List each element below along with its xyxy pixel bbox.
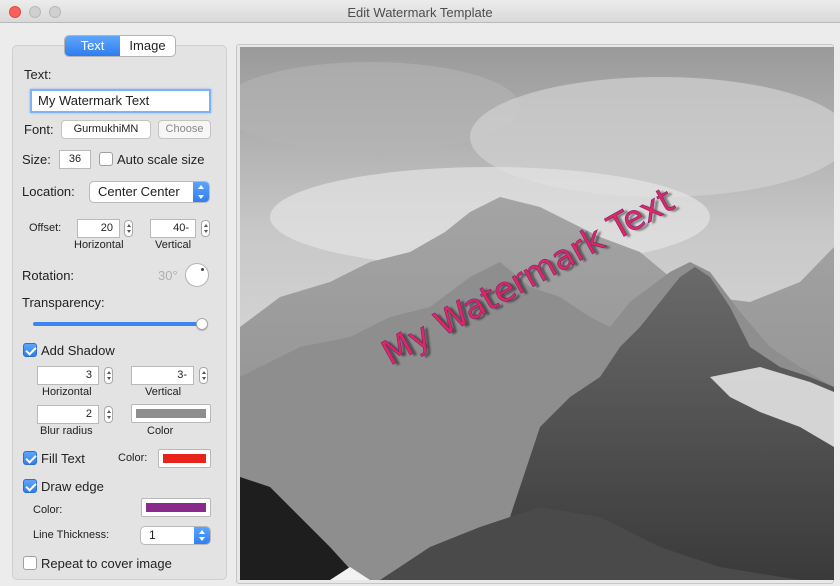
fill-text-checkbox[interactable] — [23, 451, 37, 465]
text-label: Text: — [24, 67, 51, 82]
shadow-vertical-input[interactable]: 3- — [131, 366, 194, 385]
rotation-label: Rotation: — [22, 268, 74, 283]
fill-color-label: Color: — [118, 452, 147, 464]
font-label: Font: — [24, 122, 54, 137]
choose-font-button[interactable]: Choose — [158, 120, 211, 139]
location-popup[interactable]: Center Center — [89, 181, 210, 203]
transparency-slider-track[interactable] — [33, 322, 205, 326]
shadow-horizontal-label: Horizontal — [42, 386, 92, 398]
mountain-photo — [240, 47, 834, 580]
line-thickness-label: Line Thickness: — [33, 529, 109, 541]
preview-image — [240, 47, 834, 580]
shadow-color-swatch — [136, 409, 206, 418]
watermark-text-input[interactable]: My Watermark Text — [30, 89, 211, 113]
repeat-checkbox[interactable] — [23, 556, 37, 570]
popup-arrows-icon — [193, 181, 210, 203]
shadow-vertical-stepper[interactable] — [199, 367, 208, 384]
transparency-label: Transparency: — [22, 295, 105, 310]
shadow-vertical-label: Vertical — [145, 386, 181, 398]
blur-radius-label: Blur radius — [40, 425, 93, 437]
rotation-value: 30° — [158, 268, 178, 283]
offset-horizontal-label: Horizontal — [74, 239, 124, 251]
edge-color-label: Color: — [33, 504, 62, 516]
shadow-color-label: Color — [147, 425, 173, 437]
auto-scale-label: Auto scale size — [117, 152, 204, 167]
tab-image[interactable]: Image — [120, 36, 175, 56]
edge-color-swatch — [146, 503, 206, 512]
offset-vertical-stepper[interactable] — [201, 220, 210, 237]
offset-vertical-label: Vertical — [155, 239, 191, 251]
offset-vertical-input[interactable]: 40- — [150, 219, 196, 238]
add-shadow-checkbox[interactable] — [23, 343, 37, 357]
shadow-horizontal-stepper[interactable] — [104, 367, 113, 384]
size-label: Size: — [22, 152, 51, 167]
fill-color-well[interactable] — [158, 449, 211, 468]
draw-edge-checkbox[interactable] — [23, 479, 37, 493]
transparency-slider-knob[interactable] — [196, 318, 208, 330]
line-thickness-popup[interactable]: 1 — [140, 526, 211, 545]
tab-text[interactable]: Text — [65, 36, 120, 56]
offset-horizontal-input[interactable]: 20 — [77, 219, 120, 238]
blur-radius-input[interactable]: 2 — [37, 405, 99, 424]
shadow-color-well[interactable] — [131, 404, 211, 423]
line-thickness-value: 1 — [149, 528, 156, 542]
mode-segmented-control: Text Image — [64, 35, 176, 57]
draw-edge-label: Draw edge — [41, 479, 104, 494]
offset-label: Offset: — [29, 222, 61, 234]
fill-color-swatch — [163, 454, 206, 463]
edge-color-well[interactable] — [141, 498, 211, 517]
blur-radius-stepper[interactable] — [104, 406, 113, 423]
offset-horizontal-stepper[interactable] — [124, 220, 133, 237]
title-bar: Edit Watermark Template — [0, 0, 840, 23]
font-name-field[interactable]: GurmukhiMN — [61, 120, 151, 139]
size-input[interactable]: 36 — [59, 150, 91, 169]
add-shadow-label: Add Shadow — [41, 343, 115, 358]
window-title: Edit Watermark Template — [0, 5, 840, 20]
dial-indicator-icon — [201, 268, 204, 271]
location-value: Center Center — [98, 184, 180, 199]
location-label: Location: — [22, 184, 75, 199]
repeat-label: Repeat to cover image — [41, 556, 172, 571]
auto-scale-checkbox[interactable] — [99, 152, 113, 166]
shadow-horizontal-input[interactable]: 3 — [37, 366, 99, 385]
rotation-dial[interactable] — [185, 263, 209, 287]
fill-text-label: Fill Text — [41, 451, 85, 466]
popup-arrows-icon — [194, 526, 211, 545]
